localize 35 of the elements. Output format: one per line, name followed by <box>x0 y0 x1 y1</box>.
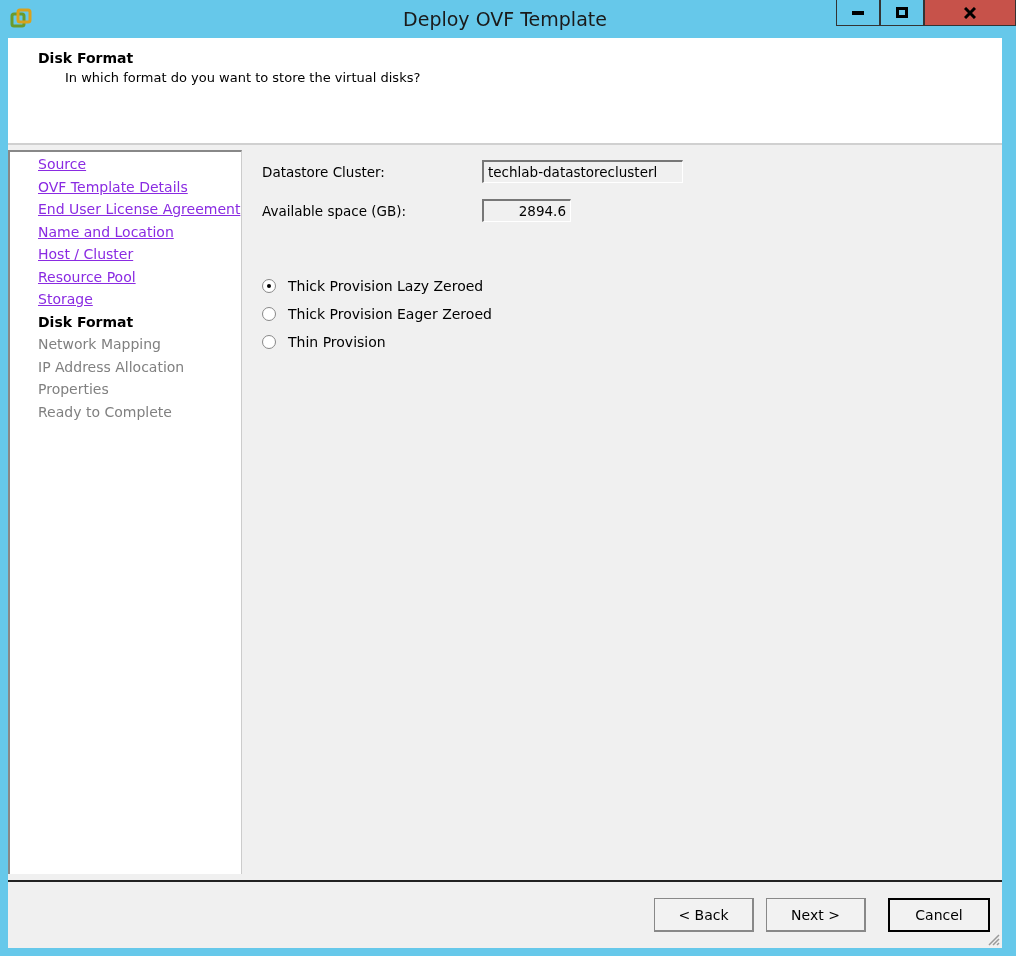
page-subtitle: In which format do you want to store the virtual disks? <box>65 70 422 85</box>
field-label: Datastore Cluster: <box>262 163 386 180</box>
close-icon <box>964 6 976 19</box>
step-item[interactable]: Disk Format <box>38 312 134 331</box>
wizard-button[interactable]: Next > <box>766 898 866 932</box>
radio-button[interactable] <box>262 307 276 321</box>
maximize-icon <box>896 7 908 18</box>
step-link[interactable]: Storage <box>38 290 93 309</box>
radio-button[interactable] <box>262 279 276 293</box>
step-item[interactable]: Ready to Complete <box>38 402 172 421</box>
step-link[interactable]: Name and Location <box>38 222 174 241</box>
step-link[interactable]: Resource Pool <box>38 267 136 286</box>
window-title: Deploy OVF Template <box>403 8 607 30</box>
step-item[interactable]: Network Mapping <box>38 335 161 354</box>
field-label: Available space (GB): <box>262 202 408 219</box>
radio-option[interactable]: Thin Provision <box>262 334 386 350</box>
step-item[interactable]: Properties <box>38 380 109 399</box>
step-item[interactable]: IP Address Allocation <box>38 357 185 376</box>
step-link[interactable]: OVF Template Details <box>38 177 188 196</box>
page-title: Disk Format <box>38 50 135 66</box>
readonly-field: 2894.6 <box>482 199 571 222</box>
minimize-button[interactable] <box>836 0 880 26</box>
step-link[interactable]: Source <box>38 155 87 174</box>
app-icon <box>10 8 32 30</box>
wizard-button[interactable]: Cancel <box>888 898 990 932</box>
step-link[interactable]: End User License Agreement <box>38 200 241 219</box>
readonly-field: techlab-datastoreclusterl <box>482 160 683 183</box>
step-link[interactable]: Host / Cluster <box>38 245 134 264</box>
minimize-icon <box>852 10 864 15</box>
radio-label: Thin Provision <box>288 334 386 350</box>
resize-grip-icon <box>986 932 1000 946</box>
wizard-button[interactable]: < Back <box>654 898 754 932</box>
radio-button[interactable] <box>262 335 276 349</box>
close-button[interactable] <box>924 0 1016 26</box>
maximize-button[interactable] <box>880 0 924 26</box>
